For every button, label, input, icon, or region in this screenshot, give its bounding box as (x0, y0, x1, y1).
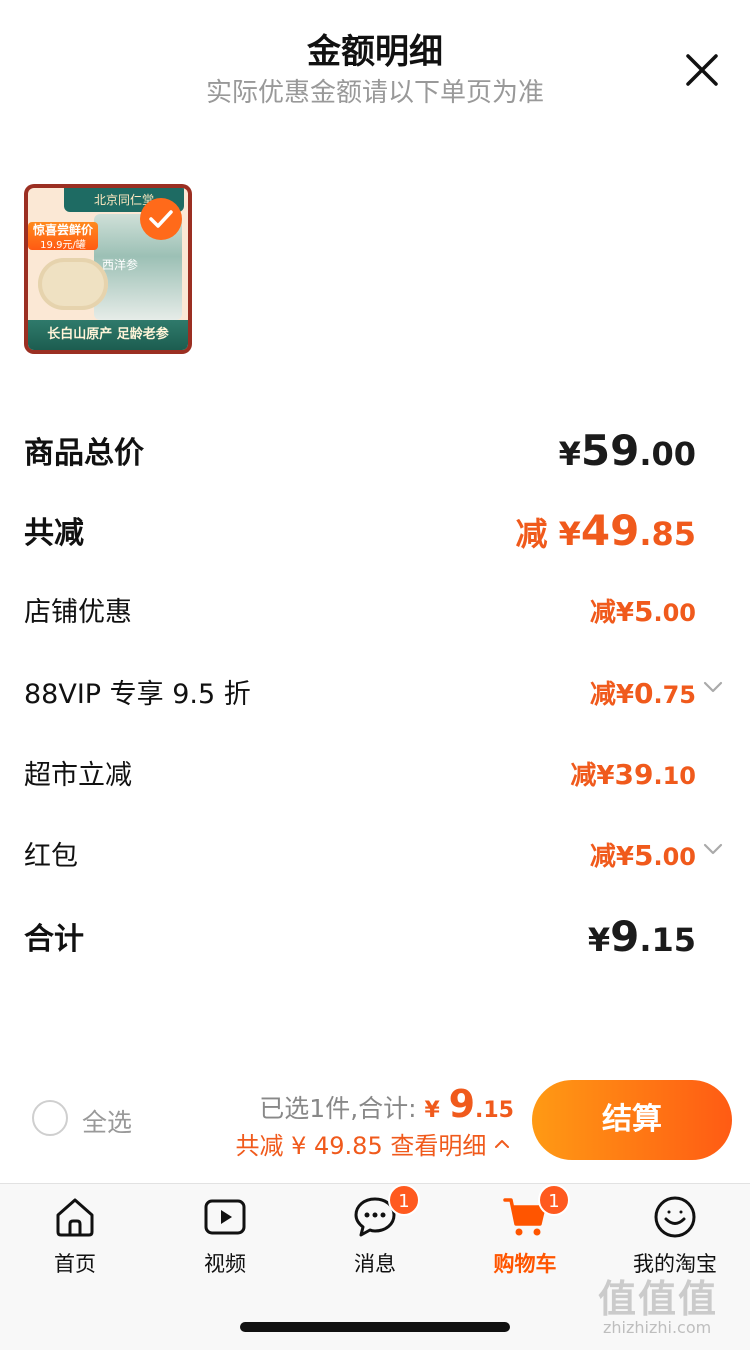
home-indicator[interactable] (240, 1322, 510, 1332)
row-vip-discount[interactable]: 88VIP 专享 9.5 折 减¥0.75 (24, 672, 724, 732)
total-price-value: ¥59.00 (559, 426, 696, 475)
vip-discount-value: 减¥0.75 (590, 674, 696, 711)
currency: ¥ (596, 761, 615, 791)
discount-prefix: 减 (515, 515, 559, 553)
amount-dec: .75 (653, 681, 696, 709)
tab-label: 视频 (204, 1252, 246, 1276)
amount-dec: .85 (639, 515, 696, 553)
row-shop-discount: 店铺优惠 减¥5.00 (24, 590, 724, 650)
discount-prefix: 减 (589, 842, 616, 872)
product-thumbnail[interactable]: 北京同仁堂 西洋参 惊喜尝鲜价 19.9元/罐 长白山原产 足龄老参 (24, 184, 192, 354)
currency: ¥ (615, 598, 634, 628)
profile-icon (652, 1194, 698, 1240)
close-icon[interactable] (684, 52, 720, 88)
chevron-down-icon[interactable] (702, 676, 724, 698)
amount-dec: .10 (653, 762, 696, 790)
amount-int: 0 (634, 677, 654, 710)
tab-label: 首页 (54, 1252, 96, 1276)
amount-int: 49 (580, 506, 640, 555)
amount-int: 5 (634, 839, 654, 872)
flash-tag-text: 惊喜尝鲜价 (32, 223, 93, 237)
page-title: 金额明细 (307, 32, 443, 72)
selected-summary: 已选1件,合计: ¥ 9.15 (259, 1082, 514, 1126)
watermark: 值值值 (598, 1277, 719, 1321)
redpacket-value: 减¥5.00 (590, 836, 696, 873)
amount-dec: .15 (639, 921, 696, 959)
row-total-price: 商品总价 ¥59.00 (24, 426, 724, 488)
flash-price-tag: 惊喜尝鲜价 19.9元/罐 (28, 222, 98, 251)
tab-messages[interactable]: 1 消息 (300, 1184, 450, 1284)
home-icon (52, 1194, 98, 1240)
currency: ¥ (615, 680, 634, 710)
currency: ¥ (615, 842, 634, 872)
discount-sum-value: 减 ¥49.85 (515, 506, 696, 555)
amount-dec: .00 (653, 599, 696, 627)
detail-link-label[interactable]: 查看明细 (390, 1132, 486, 1160)
tab-home[interactable]: 首页 (0, 1194, 150, 1284)
row-label: 超市立减 (24, 760, 132, 791)
chevron-down-icon[interactable] (702, 838, 724, 860)
check-icon[interactable] (140, 198, 182, 240)
amount-detail-page: 金额明细 实际优惠金额请以下单页为准 北京同仁堂 西洋参 惊喜尝鲜价 19.9元… (0, 0, 750, 1350)
discount-prefix: 减 (570, 761, 597, 791)
amount-dec: .00 (639, 435, 696, 473)
row-label: 共减 (24, 516, 84, 551)
discount-prefix: 减 (589, 598, 616, 628)
page-subtitle: 实际优惠金额请以下单页为准 (205, 78, 544, 108)
message-badge: 1 (388, 1184, 420, 1216)
amount-int: 9 (610, 912, 640, 961)
checkout-button[interactable]: 结算 (532, 1080, 732, 1160)
amount-int: 5 (634, 595, 654, 628)
select-all-label[interactable]: 全选 (82, 1103, 132, 1139)
tab-label: 消息 (354, 1252, 396, 1276)
view-detail-link[interactable]: 共减 ¥ 49.85 查看明细 (235, 1126, 510, 1161)
row-discount-sum: 共减 减 ¥49.85 (24, 506, 724, 568)
select-all-checkbox[interactable] (32, 1100, 68, 1136)
ginseng-slices (38, 258, 108, 310)
row-market-discount: 超市立减 减¥39.10 (24, 753, 724, 813)
selected-text: 已选1件,合计: (259, 1094, 417, 1123)
tab-label: 购物车 (493, 1252, 557, 1276)
currency: ¥ (587, 921, 611, 959)
amount-int: 39 (614, 758, 654, 791)
video-icon (202, 1194, 248, 1240)
product-can-label: 西洋参 (102, 258, 139, 272)
row-redpacket[interactable]: 红包 减¥5.00 (24, 834, 724, 894)
watermark-url: zhizhizhi.com (603, 1318, 712, 1337)
shop-discount-value: 减¥5.00 (590, 592, 696, 629)
tab-cart[interactable]: 1 购物车 (450, 1184, 600, 1284)
sum-value: ¥9.15 (588, 912, 696, 961)
discount-prefix: 减 (589, 680, 616, 710)
amount-int: 59 (580, 426, 640, 475)
amount-dec: .00 (653, 843, 696, 871)
row-label: 红包 (24, 841, 78, 872)
currency: ¥ (558, 515, 581, 553)
cart-badge: 1 (538, 1184, 570, 1216)
row-label: 合计 (24, 922, 84, 957)
currency: ¥ (558, 435, 581, 473)
tab-video[interactable]: 视频 (150, 1194, 300, 1284)
product-banner: 长白山原产 足龄老参 (28, 320, 188, 350)
market-discount-value: 减¥39.10 (570, 755, 696, 792)
row-sum: 合计 ¥9.15 (24, 912, 724, 974)
row-label: 88VIP 专享 9.5 折 (24, 679, 251, 710)
amount-int: 9 (448, 1082, 476, 1126)
amount-dec: .15 (475, 1098, 514, 1123)
chevron-up-icon[interactable] (494, 1130, 510, 1148)
currency: ¥ (424, 1098, 440, 1123)
flash-price-text: 19.9元/罐 (40, 240, 86, 251)
row-label: 店铺优惠 (24, 597, 132, 628)
summary-total: ¥ 9.15 (424, 1082, 514, 1126)
row-label: 商品总价 (24, 436, 144, 471)
discount-summary: 共减 ¥ 49.85 (235, 1132, 383, 1160)
